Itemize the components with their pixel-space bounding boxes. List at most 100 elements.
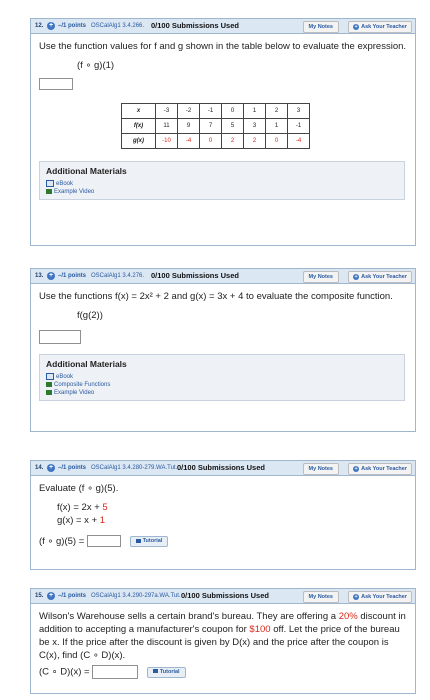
f-definition: f(x) = 2x + 5 (57, 501, 407, 514)
table-cell: -2 (177, 103, 200, 119)
table-cell: -3 (155, 103, 178, 119)
question-code: OSCalAlg1 3.4.266. (91, 23, 145, 29)
text-part: to evaluate the composite function. (243, 291, 393, 302)
question-14: 14. + –/1 points OSCalAlg1 3.4.280-279.W… (30, 460, 416, 570)
material-label: eBook (56, 374, 74, 381)
material-link-video[interactable]: Example Video (46, 188, 398, 196)
material-link-composite[interactable]: Composite Functions (46, 381, 398, 389)
submissions-used: 0/100 Submissions Used (151, 271, 239, 280)
table-cell: 0 (265, 133, 288, 149)
prompt: Evaluate (39, 483, 76, 494)
submissions-used: 0/100 Submissions Used (177, 463, 265, 472)
expand-icon[interactable]: + (47, 592, 55, 600)
ask-teacher-button[interactable]: + Ask Your Teacher (348, 463, 412, 475)
question-number: 12. (35, 23, 44, 29)
points: –/1 points (58, 23, 87, 29)
question-code: OSCalAlg1 3.4.280-279.WA.Tut. (91, 465, 178, 471)
tutorial-label: Tutorial (159, 668, 180, 675)
tutorial-button[interactable]: Tutorial (129, 535, 169, 547)
question-13: 13. + –/1 points OSCalAlg1 3.4.276. 0/10… (30, 268, 416, 432)
table-cell: 3 (243, 118, 266, 134)
answer-input[interactable] (92, 665, 139, 679)
text-part: Use the functions (39, 291, 116, 302)
text-part: Wilson's Warehouse sells a certain brand… (39, 611, 339, 622)
ask-teacher-label: Ask Your Teacher (361, 274, 407, 280)
tutorial-label: Tutorial (142, 537, 163, 544)
material-link-ebook[interactable]: eBook (46, 373, 398, 381)
table-cell: -4 (287, 133, 310, 149)
table-cell: 2 (221, 133, 244, 149)
table-row: g(x) -10 -4 0 2 2 0 -4 (121, 133, 310, 149)
table-cell: 11 (155, 118, 178, 134)
ask-teacher-button[interactable]: + Ask Your Teacher (348, 591, 412, 603)
question-header: 14. + –/1 points OSCalAlg1 3.4.280-279.W… (31, 461, 415, 476)
submissions-used: 0/100 Submissions Used (181, 591, 269, 600)
material-link-ebook[interactable]: eBook (46, 180, 398, 188)
answer-input[interactable] (86, 535, 121, 548)
tutorial-button[interactable]: Tutorial (146, 666, 186, 678)
answer-input[interactable] (39, 330, 81, 344)
video-icon (46, 390, 52, 395)
table-cell: -4 (177, 133, 200, 149)
answer-label: (C ∘ D)(x) = (39, 666, 90, 678)
question-code: OSCalAlg1 3.4.290-297a.WA.Tut. (91, 593, 181, 599)
expand-icon[interactable]: + (47, 22, 55, 30)
question-number: 15. (35, 593, 44, 599)
points: –/1 points (58, 465, 87, 471)
text-part: and (168, 291, 191, 302)
video-icon (46, 189, 52, 194)
ask-teacher-button[interactable]: + Ask Your Teacher (348, 21, 412, 33)
question-text: Wilson's Warehouse sells a certain brand… (39, 610, 407, 662)
expression: (f ∘ g)(5). (78, 483, 119, 494)
additional-materials-title: Additional Materials (46, 359, 127, 369)
table-row: f(x) 11 9 7 5 3 1 -1 (121, 118, 310, 134)
expand-icon[interactable]: + (47, 464, 55, 472)
plus-icon: + (353, 465, 360, 472)
function-table: x -3 -2 -1 0 1 2 3 f(x) 11 9 7 5 3 1 -1 … (121, 103, 310, 149)
table-cell: 1 (265, 118, 288, 134)
question-text: Evaluate (f ∘ g)(5). (39, 482, 407, 495)
question-text: Use the functions f(x) = 2x² + 2 and g(x… (39, 290, 407, 303)
question-number: 14. (35, 465, 44, 471)
tutorial-icon (135, 538, 141, 543)
material-label: Example Video (54, 189, 95, 196)
material-label: eBook (56, 181, 74, 188)
additional-materials: Additional Materials eBook Example Video (39, 161, 405, 201)
ask-teacher-label: Ask Your Teacher (361, 594, 407, 600)
table-cell: 0 (221, 103, 244, 119)
g-line: g(x) = x + (57, 515, 100, 526)
ask-teacher-button[interactable]: + Ask Your Teacher (348, 271, 412, 283)
plus-icon: + (353, 273, 360, 280)
f-line: f(x) = 2x + (57, 502, 103, 513)
answer-input[interactable] (39, 78, 73, 91)
expand-icon[interactable]: + (47, 272, 55, 280)
g-constant: 1 (99, 515, 106, 526)
answer-row: (C ∘ D)(x) = Tutorial (39, 665, 407, 679)
ask-teacher-label: Ask Your Teacher (361, 466, 407, 472)
f-header: f(x) (121, 118, 156, 134)
discount-percent: 20% (338, 611, 358, 622)
table-row: x -3 -2 -1 0 1 2 3 (121, 103, 310, 119)
points: –/1 points (58, 273, 87, 279)
f-constant: 5 (102, 502, 108, 513)
question-header: 13. + –/1 points OSCalAlg1 3.4.276. 0/10… (31, 269, 415, 284)
question-text: Use the function values for f and g show… (39, 41, 407, 52)
question-12: 12. + –/1 points OSCalAlg1 3.4.266. 0/10… (30, 18, 416, 246)
table-cell: 9 (177, 118, 200, 134)
ask-teacher-label: Ask Your Teacher (361, 24, 407, 30)
material-label: Composite Functions (54, 382, 111, 389)
my-notes-button[interactable]: My Notes (302, 591, 339, 603)
table-cell: -10 (155, 133, 178, 149)
x-header: x (121, 103, 156, 119)
my-notes-button[interactable]: My Notes (302, 463, 339, 475)
material-label: Example Video (54, 390, 95, 397)
my-notes-button[interactable]: My Notes (302, 271, 339, 283)
book-icon (46, 180, 54, 187)
material-link-video[interactable]: Example Video (46, 389, 398, 397)
my-notes-button[interactable]: My Notes (302, 21, 339, 33)
question-header: 15. + –/1 points OSCalAlg1 3.4.290-297a.… (31, 589, 415, 604)
question-code: OSCalAlg1 3.4.276. (91, 273, 145, 279)
g-definition: g(x) = 3x + 4 (190, 291, 244, 302)
book-icon (46, 373, 54, 380)
g-definition: g(x) = x + 1 (57, 514, 407, 527)
